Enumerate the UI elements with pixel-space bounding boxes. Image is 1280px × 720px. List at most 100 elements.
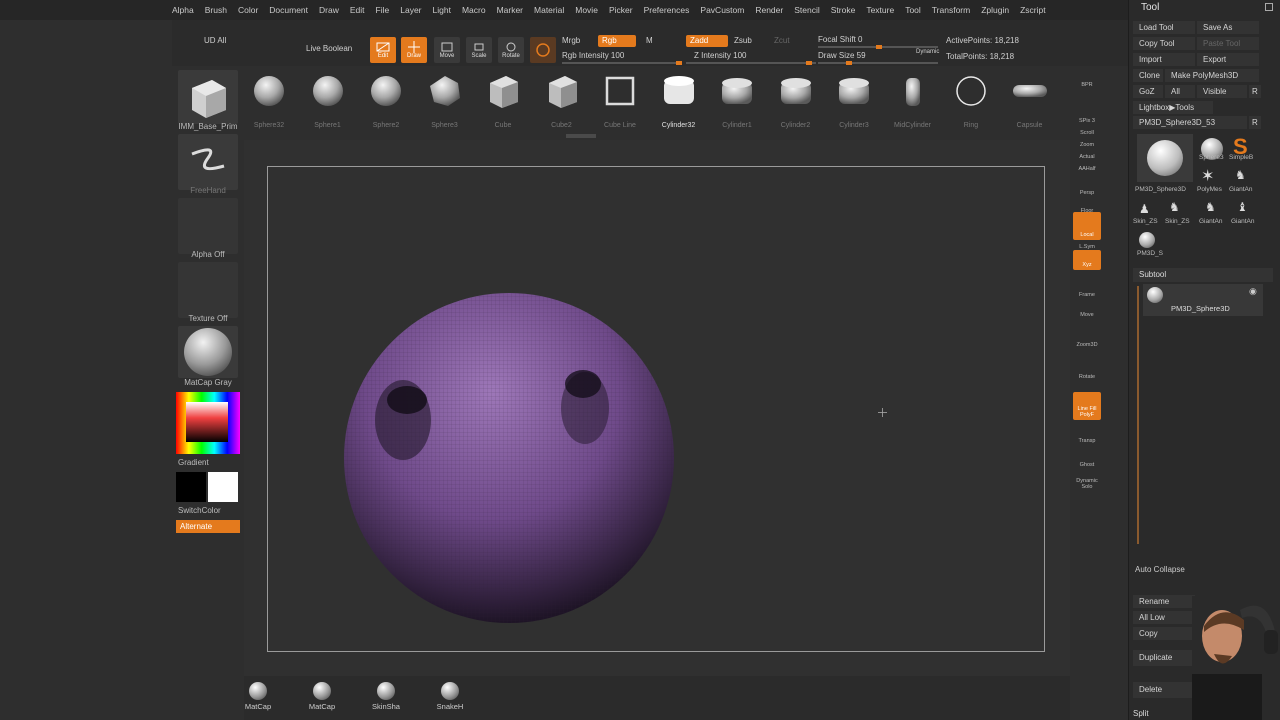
stroke-tile[interactable]: [178, 134, 238, 190]
lightbox-tools-button[interactable]: Lightbox▶Tools: [1133, 101, 1213, 114]
zadd-button[interactable]: Zadd: [686, 35, 728, 47]
goz-visible-button[interactable]: Visible: [1197, 85, 1247, 98]
pm3d-small-thumb-icon[interactable]: [1139, 232, 1155, 248]
z-intensity-knob[interactable]: [806, 61, 812, 65]
shelf-scrollbar[interactable]: [566, 134, 596, 138]
tool-item-sphere3[interactable]: Sphere3: [422, 74, 468, 134]
polymesh-star-thumb-icon[interactable]: ✶: [1201, 166, 1214, 186]
material-tile[interactable]: [178, 326, 238, 378]
polyframe-button[interactable]: [530, 37, 556, 63]
draw-size-slider[interactable]: Draw Size 59: [818, 51, 866, 60]
menu-item-render[interactable]: Render: [755, 5, 783, 15]
right-shelf-aahalf[interactable]: AAHalf: [1073, 154, 1101, 174]
right-shelf-move[interactable]: Move: [1073, 300, 1101, 320]
m-button[interactable]: M: [646, 36, 653, 45]
scale-button[interactable]: Scale: [466, 37, 492, 63]
giant-ant-thumb-icon[interactable]: ♞: [1235, 168, 1246, 182]
menu-item-document[interactable]: Document: [269, 5, 308, 15]
mrgb-button[interactable]: Mrgb: [562, 36, 580, 45]
right-shelf-persp[interactable]: Persp: [1073, 178, 1101, 198]
right-shelf-line-fill-polyf[interactable]: Line Fill PolyF: [1073, 392, 1101, 420]
tool-item-sphere32[interactable]: Sphere32: [246, 74, 292, 134]
menu-item-layer[interactable]: Layer: [400, 5, 421, 15]
tool-item-cube2[interactable]: Cube2: [539, 74, 585, 134]
right-shelf-zoom3d[interactable]: Zoom3D: [1073, 330, 1101, 350]
right-shelf-l-sym[interactable]: L.Sym: [1073, 232, 1101, 252]
matcap-slot-1[interactable]: MatCap: [304, 682, 340, 711]
menu-item-alpha[interactable]: Alpha: [172, 5, 194, 15]
texture-tile[interactable]: [178, 262, 238, 318]
current-brush-tile[interactable]: [178, 70, 238, 124]
menu-item-light[interactable]: Light: [433, 5, 451, 15]
tool-item-sphere1[interactable]: Sphere1: [305, 74, 351, 134]
tool-item-capsule[interactable]: Capsule: [1007, 74, 1053, 134]
right-shelf-dynamic-solo[interactable]: Dynamic Solo: [1073, 472, 1101, 492]
menu-item-zscript[interactable]: Zscript: [1020, 5, 1046, 15]
goz-r-button[interactable]: R: [1249, 85, 1261, 98]
rgb-button[interactable]: Rgb: [598, 35, 636, 47]
matcap-slot-0[interactable]: MatCap: [240, 682, 276, 711]
color-picker[interactable]: [176, 392, 240, 454]
subtool-item[interactable]: ◉ PM3D_Sphere3D: [1143, 284, 1263, 316]
right-shelf-ghost[interactable]: Ghost: [1073, 450, 1101, 470]
dynamic-button[interactable]: Dynamic: [916, 49, 939, 55]
tool-item-ring[interactable]: Ring: [948, 74, 994, 134]
draw-size-track[interactable]: [818, 62, 938, 64]
menu-item-draw[interactable]: Draw: [319, 5, 339, 15]
menu-item-file[interactable]: File: [376, 5, 390, 15]
menu-item-stencil[interactable]: Stencil: [794, 5, 820, 15]
right-shelf-transp[interactable]: Transp: [1073, 426, 1101, 446]
copy-tool-button[interactable]: Copy Tool: [1133, 37, 1195, 50]
z-intensity-track[interactable]: [686, 62, 816, 64]
alpha-tile[interactable]: [178, 198, 238, 254]
ud-all-button[interactable]: UD All: [204, 36, 226, 45]
copy-subtool-button[interactable]: Copy: [1133, 627, 1195, 640]
tool-item-cylinder2[interactable]: Cylinder2: [773, 74, 819, 134]
zsub-button[interactable]: Zsub: [734, 36, 752, 45]
auto-collapse-button[interactable]: Auto Collapse: [1135, 565, 1185, 574]
menu-item-pavcustom[interactable]: PavCustom: [700, 5, 744, 15]
current-tool-slider[interactable]: PM3D_Sphere3D_53: [1133, 116, 1247, 129]
edit-button[interactable]: Edit: [370, 37, 396, 63]
rgb-intensity-track[interactable]: [562, 62, 682, 64]
current-tool-thumb[interactable]: [1137, 134, 1193, 182]
tool-item-cylinder1[interactable]: Cylinder1: [714, 74, 760, 134]
menu-item-color[interactable]: Color: [238, 5, 258, 15]
menu-item-edit[interactable]: Edit: [350, 5, 365, 15]
rotate-button[interactable]: Rotate: [498, 37, 524, 63]
goz-button[interactable]: GoZ: [1133, 85, 1163, 98]
skin-zsphere2-thumb-icon[interactable]: ♞: [1169, 200, 1180, 214]
menu-item-texture[interactable]: Texture: [866, 5, 894, 15]
secondary-color-swatch[interactable]: [208, 472, 238, 502]
subtool-visibility-icon[interactable]: ◉: [1249, 286, 1257, 297]
rgb-intensity-knob[interactable]: [676, 61, 682, 65]
goz-all-button[interactable]: All: [1165, 85, 1195, 98]
menu-item-transform[interactable]: Transform: [932, 5, 970, 15]
all-low-button[interactable]: All Low: [1133, 611, 1195, 624]
focal-shift-slider[interactable]: Focal Shift 0: [818, 35, 862, 44]
switch-color-button[interactable]: SwitchColor: [172, 506, 244, 515]
rgb-intensity-slider[interactable]: Rgb Intensity 100: [562, 51, 624, 60]
import-button[interactable]: Import: [1133, 53, 1195, 66]
z-intensity-slider[interactable]: Z Intensity 100: [694, 51, 746, 60]
draw-button[interactable]: Draw: [401, 37, 427, 63]
right-shelf-bpr[interactable]: BPR: [1073, 70, 1101, 90]
menu-item-movie[interactable]: Movie: [575, 5, 598, 15]
paste-tool-button[interactable]: Paste Tool: [1197, 37, 1259, 50]
tool-item-cylinder3[interactable]: Cylinder3: [831, 74, 877, 134]
live-boolean-button[interactable]: Live Boolean: [306, 44, 352, 53]
subtool-header[interactable]: Subtool: [1133, 268, 1273, 282]
matcap-slot-3[interactable]: SnakeH: [432, 682, 468, 711]
save-as-button[interactable]: Save As: [1197, 21, 1259, 34]
matcap-slot-2[interactable]: SkinSha: [368, 682, 404, 711]
export-button[interactable]: Export: [1197, 53, 1259, 66]
tool-item-cube-line[interactable]: Cube Line: [597, 74, 643, 134]
tool-item-cube[interactable]: Cube: [480, 74, 526, 134]
tool-item-midcylinder[interactable]: MidCylinder: [890, 74, 936, 134]
tool-r-button[interactable]: R: [1249, 116, 1261, 129]
make-polymesh-button[interactable]: Make PolyMesh3D: [1165, 69, 1259, 82]
duplicate-button[interactable]: Duplicate: [1133, 650, 1195, 666]
menu-item-macro[interactable]: Macro: [462, 5, 486, 15]
right-shelf-rotate[interactable]: Rotate: [1073, 362, 1101, 382]
tool-item-sphere2[interactable]: Sphere2: [363, 74, 409, 134]
